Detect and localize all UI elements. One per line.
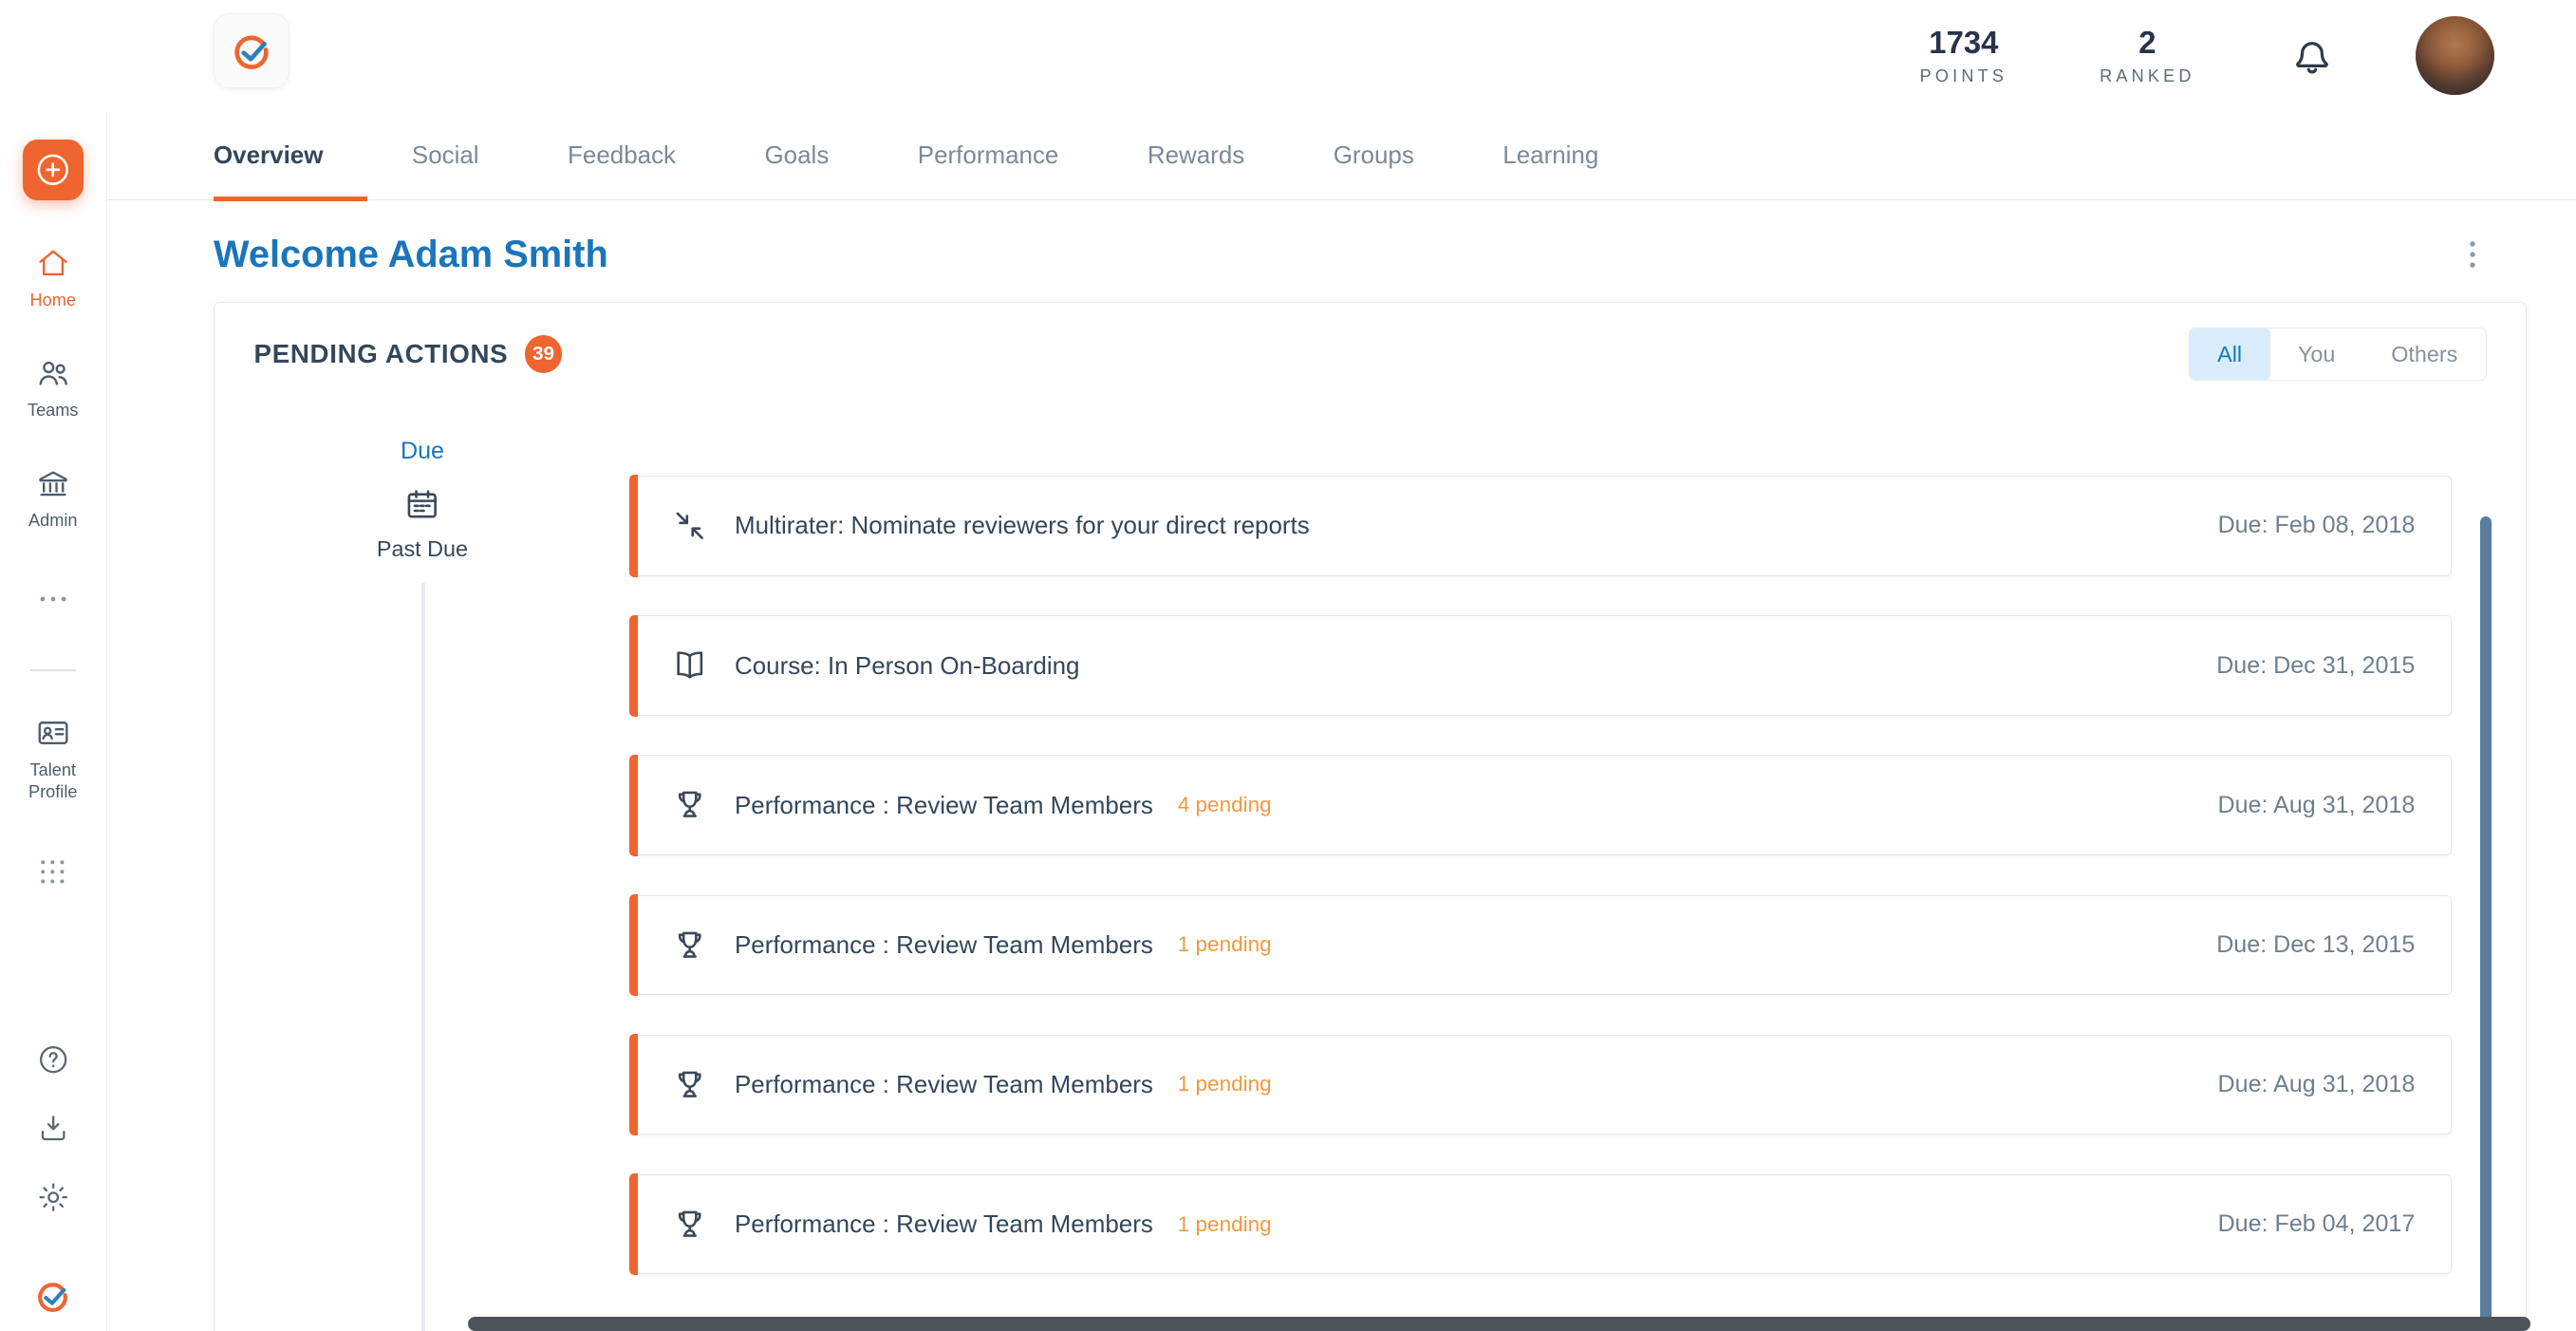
action-due-date: Due: Feb 04, 2017 (2185, 1210, 2415, 1238)
main-content: OverviewSocialFeedbackGoalsPerformanceRe… (107, 112, 2576, 1331)
filter-you[interactable]: You (2270, 328, 2363, 381)
add-button[interactable] (23, 140, 84, 200)
sidebar-item-label: Home (30, 290, 76, 311)
action-pending-count: 4 pending (1178, 793, 1272, 817)
action-title: Performance : Review Team Members (735, 1070, 1153, 1099)
app-logo[interactable] (214, 13, 289, 89)
help-icon[interactable] (36, 1042, 70, 1077)
apps-grid-button[interactable] (36, 855, 69, 889)
talent-profile-card-icon (35, 715, 71, 751)
more-dots-icon (35, 581, 71, 617)
sidebar-more-button[interactable] (35, 581, 71, 617)
sidebar-bottom-group (31, 1042, 74, 1331)
teams-people-icon (35, 355, 71, 391)
sidebar-item-label: Admin (28, 510, 77, 532)
performance-icon (670, 785, 710, 825)
tab-overview[interactable]: Overview (214, 112, 367, 199)
pending-action-row[interactable]: Performance : Review Team Members 1 pend… (630, 1174, 2452, 1275)
brand-swoosh-icon (31, 1275, 74, 1318)
action-due-date: Due: Dec 31, 2015 (2184, 652, 2416, 680)
pending-actions-card: PENDING ACTIONS 39 AllYouOthers Due Past… (214, 302, 2527, 1331)
pending-actions-list: Multirater: Nominate reviewers for your … (630, 405, 2526, 1331)
sidebar-item-label: Teams (28, 400, 78, 422)
rank-value: 2 (2100, 26, 2195, 60)
sidebar-item-label: Talent Profile (7, 759, 99, 802)
plus-icon (33, 150, 73, 190)
sidebar-divider (30, 669, 76, 671)
page-header: Welcome Adam Smith (214, 234, 2527, 276)
download-icon[interactable] (36, 1111, 70, 1145)
sidebar-item-talent-profile[interactable]: Talent Profile (7, 715, 99, 802)
pending-action-row[interactable]: Performance : Review Team Members 1 pend… (630, 895, 2452, 996)
pending-action-row[interactable]: Multirater: Nominate reviewers for your … (630, 476, 2452, 576)
tab-goals[interactable]: Goals (720, 112, 873, 199)
vertical-scrollbar-thumb[interactable] (2480, 516, 2492, 1331)
horizontal-scrollbar (0, 1315, 2576, 1331)
performance-icon (670, 1205, 710, 1245)
filter-others[interactable]: Others (2363, 328, 2486, 381)
action-title: Performance : Review Team Members (735, 1209, 1153, 1239)
action-due-date: Due: Aug 31, 2018 (2185, 792, 2415, 819)
timeline-vertical-line (421, 583, 424, 1331)
timeline-due-label: Due (401, 438, 444, 465)
sidebar-item-teams[interactable]: Teams (7, 355, 99, 421)
notifications-bell-icon[interactable] (2287, 31, 2337, 81)
action-pending-count: 1 pending (1178, 1212, 1272, 1237)
pending-action-row[interactable]: Performance : Review Team Members 1 pend… (630, 1035, 2452, 1135)
sidebar: Home Teams Admin (0, 112, 107, 1331)
tab-rewards[interactable]: Rewards (1103, 112, 1289, 199)
home-icon (35, 245, 71, 281)
top-header: 1734 POINTS 2 RANKED (0, 0, 2576, 112)
action-title: Course: In Person On-Boarding (735, 651, 1080, 681)
sidebar-item-admin[interactable]: Admin (7, 465, 99, 531)
pending-actions-body: Due Past Due Multirater: Nominate review… (215, 405, 2526, 1331)
action-title: Performance : Review Team Members (735, 791, 1153, 820)
tab-bar: OverviewSocialFeedbackGoalsPerformanceRe… (107, 112, 2576, 200)
pending-actions-title: PENDING ACTIONS (254, 339, 509, 369)
tab-learning[interactable]: Learning (1459, 112, 1643, 199)
course-icon (670, 646, 710, 685)
horizontal-scrollbar-thumb[interactable] (468, 1317, 2529, 1331)
page-title: Welcome Adam Smith (214, 234, 2455, 276)
brand-swoosh-icon (227, 27, 276, 76)
timeline-past-due-label: Past Due (370, 536, 475, 562)
admin-bank-icon (35, 465, 71, 501)
action-due-date: Due: Aug 31, 2018 (2185, 1071, 2415, 1098)
tab-feedback[interactable]: Feedback (523, 112, 719, 199)
tab-social[interactable]: Social (367, 112, 523, 199)
performance-icon (670, 1065, 710, 1105)
due-timeline: Due Past Due (215, 405, 630, 1331)
tab-performance[interactable]: Performance (873, 112, 1103, 199)
action-title: Multirater: Nominate reviewers for your … (735, 511, 1310, 540)
points-value: 1734 (1920, 26, 2008, 60)
sidebar-item-home[interactable]: Home (7, 245, 99, 310)
avatar[interactable] (2416, 16, 2494, 95)
pending-action-row[interactable]: Course: In Person On-Boarding Due: Dec 3… (630, 615, 2452, 716)
multirater-icon (670, 506, 710, 546)
action-title: Performance : Review Team Members (735, 930, 1153, 960)
action-pending-count: 1 pending (1178, 932, 1272, 957)
tab-groups[interactable]: Groups (1289, 112, 1459, 199)
pending-actions-header: PENDING ACTIONS 39 AllYouOthers (215, 303, 2526, 404)
rank-stat: 2 RANKED (2100, 26, 2195, 86)
page-menu-kebab-icon[interactable] (2455, 235, 2494, 275)
rank-label: RANKED (2100, 66, 2195, 86)
action-due-date: Due: Feb 08, 2018 (2185, 512, 2415, 539)
points-stat: 1734 POINTS (1920, 26, 2008, 86)
pending-action-row[interactable]: Performance : Review Team Members 4 pend… (630, 755, 2452, 855)
filter-all[interactable]: All (2190, 328, 2270, 381)
settings-gear-icon[interactable] (36, 1180, 70, 1214)
filter-segmented-control: AllYouOthers (2189, 328, 2487, 382)
action-due-date: Due: Dec 13, 2015 (2184, 931, 2416, 959)
points-label: POINTS (1920, 66, 2008, 86)
performance-icon (670, 926, 710, 965)
apps-grid-icon (36, 855, 69, 889)
pending-count-badge: 39 (525, 335, 563, 373)
calendar-icon (402, 485, 442, 525)
action-pending-count: 1 pending (1178, 1072, 1272, 1097)
